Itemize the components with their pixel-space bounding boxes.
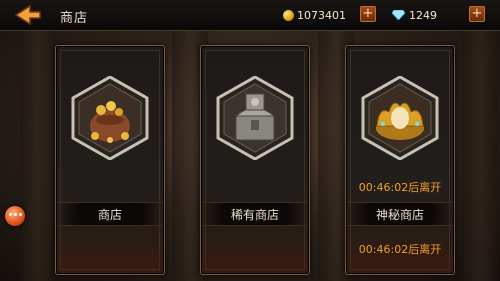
shop-label: 商店 bbox=[97, 208, 122, 222]
golden-egg-icon bbox=[361, 76, 439, 160]
page-title: 商店 bbox=[60, 11, 89, 26]
diamond-icon bbox=[392, 10, 405, 20]
shop-label-bar: 稀有商店 bbox=[202, 202, 308, 226]
gold-display: 1073401 bbox=[283, 7, 346, 23]
back-button[interactable] bbox=[4, 2, 44, 28]
add-diamond-button[interactable]: + bbox=[469, 6, 485, 22]
top-bar: 商店 1073401 + 1249 + bbox=[0, 0, 500, 31]
shop-label-bar: 商店 bbox=[57, 202, 163, 226]
treasure-chest-icon bbox=[216, 76, 294, 160]
wall-pillar bbox=[462, 30, 498, 281]
shop-label: 稀有商店 bbox=[230, 208, 279, 222]
gold-amount: 1073401 bbox=[297, 8, 346, 22]
chat-dots-icon bbox=[9, 213, 12, 216]
wall-pillar bbox=[20, 30, 56, 281]
shop-card-general[interactable]: 商店 bbox=[55, 45, 165, 275]
shop-label: 神秘商店 bbox=[375, 208, 424, 222]
diamond-amount: 1249 bbox=[409, 8, 437, 22]
back-arrow-icon bbox=[14, 4, 41, 26]
mystery-shop-timer: 00:46:02后离开 bbox=[358, 181, 442, 194]
diamond-display: 1249 bbox=[392, 7, 437, 23]
next-timer: 00:46:02后离开 bbox=[358, 243, 442, 256]
shop-card-mystery[interactable]: 00:46:02后离开 神秘商店 00:46:02后离开 bbox=[345, 45, 455, 275]
coin-sack-icon bbox=[71, 76, 149, 160]
gold-coin-icon bbox=[283, 9, 294, 21]
shop-label-bar: 神秘商店 bbox=[347, 202, 453, 226]
chat-bubble-button[interactable] bbox=[5, 206, 25, 226]
shop-card-rare[interactable]: 稀有商店 bbox=[200, 45, 310, 275]
add-gold-button[interactable]: + bbox=[360, 6, 376, 22]
